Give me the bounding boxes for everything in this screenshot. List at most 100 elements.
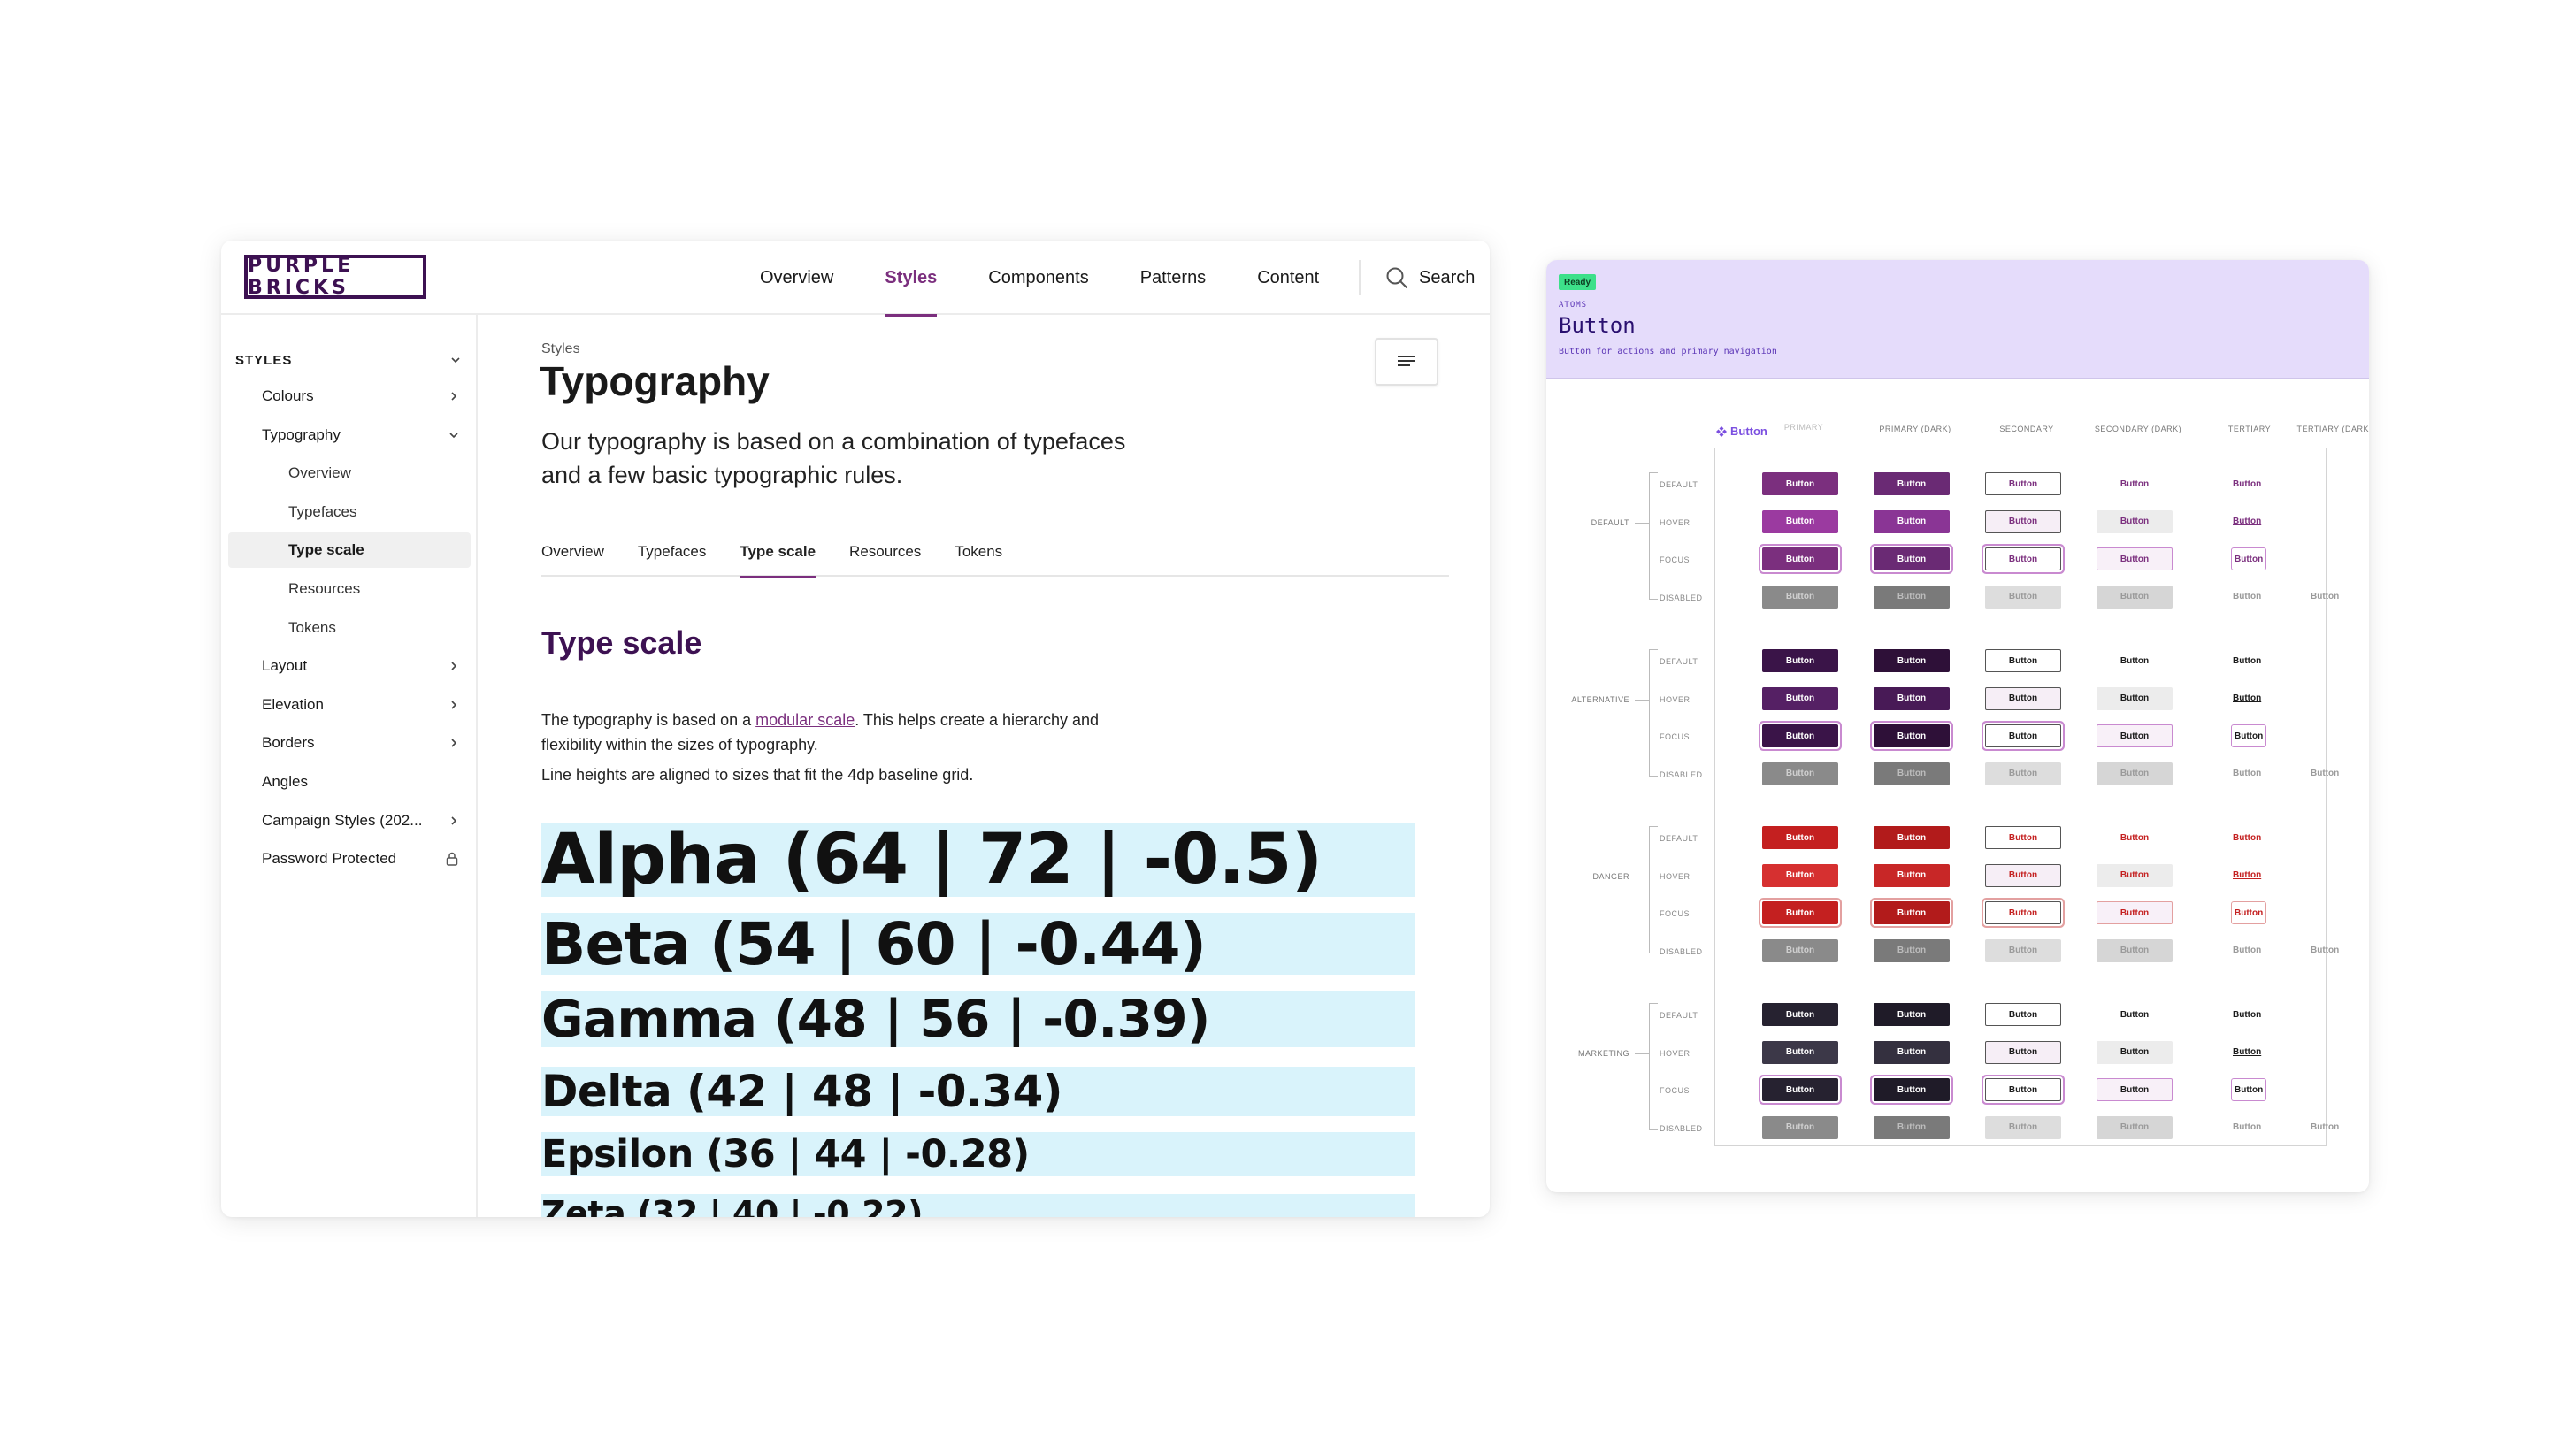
button-default-primary-dark-focus[interactable]: Button <box>1874 547 1950 570</box>
button-default-secondary-dark-default[interactable]: Button <box>2097 472 2173 495</box>
button-marketing-primary-dark-focus[interactable]: Button <box>1874 1078 1950 1101</box>
button-danger-secondary-dark-hover[interactable]: Button <box>2097 863 2173 887</box>
button-alternative-secondary-default[interactable]: Button <box>1985 649 2061 672</box>
button-alternative-tertiary-hover[interactable]: Button <box>2231 687 2263 710</box>
button-default-tertiary-hover[interactable]: Button <box>2231 510 2263 533</box>
nav-item-styles[interactable]: Styles <box>859 241 962 317</box>
nav-item-content[interactable]: Content <box>1231 241 1345 315</box>
button-danger-tertiary-default[interactable]: Button <box>2231 826 2263 849</box>
button-danger-tertiary-disabled[interactable]: Button <box>2231 939 2263 962</box>
button-marketing-primary-focus[interactable]: Button <box>1762 1078 1838 1101</box>
button-marketing-tertiary-dark-disabled[interactable]: Button <box>2309 1116 2341 1139</box>
button-danger-secondary-disabled[interactable]: Button <box>1985 938 2061 962</box>
sidebar-item-resources[interactable]: Resources <box>228 571 471 607</box>
button-marketing-primary-disabled[interactable]: Button <box>1762 1115 1838 1139</box>
sidebar-section-styles[interactable]: STYLES <box>235 347 467 373</box>
button-default-tertiary-focus[interactable]: Button <box>2231 547 2267 570</box>
button-default-tertiary-disabled[interactable]: Button <box>2231 586 2263 609</box>
button-default-secondary-disabled[interactable]: Button <box>1985 585 2061 609</box>
button-danger-secondary-focus[interactable]: Button <box>1985 901 2061 924</box>
table-of-contents-button[interactable] <box>1375 338 1438 386</box>
breadcrumb[interactable]: Styles <box>541 341 580 357</box>
button-alternative-secondary-dark-focus[interactable]: Button <box>2097 724 2173 747</box>
button-marketing-secondary-default[interactable]: Button <box>1985 1003 2061 1026</box>
button-danger-secondary-dark-focus[interactable]: Button <box>2097 901 2173 924</box>
sidebar-item-tokens[interactable]: Tokens <box>228 610 471 646</box>
tab-typefaces[interactable]: Typefaces <box>638 538 740 577</box>
button-default-secondary-focus[interactable]: Button <box>1985 547 2061 570</box>
button-marketing-tertiary-disabled[interactable]: Button <box>2231 1116 2263 1139</box>
nav-item-components[interactable]: Components <box>962 241 1114 315</box>
sidebar-item-angles[interactable]: Angles <box>228 764 471 800</box>
button-default-secondary-default[interactable]: Button <box>1985 472 2061 495</box>
button-marketing-tertiary-default[interactable]: Button <box>2231 1003 2263 1026</box>
button-marketing-secondary-dark-hover[interactable]: Button <box>2097 1040 2173 1064</box>
sidebar-item-overview[interactable]: Overview <box>228 456 471 491</box>
button-danger-tertiary-hover[interactable]: Button <box>2231 864 2263 887</box>
button-danger-primary-dark-default[interactable]: Button <box>1874 826 1950 849</box>
button-default-primary-dark-default[interactable]: Button <box>1874 472 1950 495</box>
button-danger-primary-disabled[interactable]: Button <box>1762 938 1838 962</box>
tab-resources[interactable]: Resources <box>849 538 954 577</box>
button-alternative-tertiary-default[interactable]: Button <box>2231 649 2263 672</box>
button-alternative-secondary-dark-default[interactable]: Button <box>2097 649 2173 672</box>
button-alternative-secondary-disabled[interactable]: Button <box>1985 762 2061 785</box>
nav-item-patterns[interactable]: Patterns <box>1115 241 1231 315</box>
button-alternative-tertiary-dark-disabled[interactable]: Button <box>2309 762 2341 785</box>
button-default-primary-hover[interactable]: Button <box>1762 509 1838 533</box>
button-danger-tertiary-focus[interactable]: Button <box>2231 901 2267 924</box>
button-marketing-tertiary-focus[interactable]: Button <box>2231 1078 2267 1101</box>
button-marketing-primary-dark-default[interactable]: Button <box>1874 1003 1950 1026</box>
nav-item-overview[interactable]: Overview <box>734 241 859 315</box>
button-default-primary-default[interactable]: Button <box>1762 472 1838 495</box>
sidebar-item-typography[interactable]: Typography <box>228 417 471 453</box>
button-default-tertiary-default[interactable]: Button <box>2231 472 2263 495</box>
button-alternative-primary-disabled[interactable]: Button <box>1762 762 1838 785</box>
button-marketing-secondary-dark-default[interactable]: Button <box>2097 1003 2173 1026</box>
button-marketing-primary-dark-hover[interactable]: Button <box>1874 1040 1950 1064</box>
sidebar-item-layout[interactable]: Layout <box>228 648 471 684</box>
button-danger-primary-focus[interactable]: Button <box>1762 901 1838 924</box>
sidebar-item-borders[interactable]: Borders <box>228 725 471 761</box>
button-alternative-secondary-hover[interactable]: Button <box>1985 686 2061 710</box>
button-default-primary-dark-disabled[interactable]: Button <box>1874 585 1950 609</box>
sidebar-item-colours[interactable]: Colours <box>228 379 471 414</box>
sidebar-item-password-protected[interactable]: Password Protected <box>228 841 471 877</box>
button-default-primary-disabled[interactable]: Button <box>1762 585 1838 609</box>
tab-type-scale[interactable]: Type scale <box>740 538 849 578</box>
button-default-secondary-hover[interactable]: Button <box>1985 509 2061 533</box>
button-default-tertiary-dark-disabled[interactable]: Button <box>2309 586 2341 609</box>
button-danger-secondary-dark-default[interactable]: Button <box>2097 826 2173 849</box>
button-danger-secondary-hover[interactable]: Button <box>1985 863 2061 887</box>
sidebar-item-typefaces[interactable]: Typefaces <box>228 494 471 530</box>
button-danger-secondary-default[interactable]: Button <box>1985 826 2061 849</box>
button-marketing-tertiary-hover[interactable]: Button <box>2231 1041 2263 1064</box>
button-alternative-tertiary-focus[interactable]: Button <box>2231 724 2267 747</box>
button-alternative-primary-dark-focus[interactable]: Button <box>1874 724 1950 747</box>
button-danger-primary-dark-hover[interactable]: Button <box>1874 863 1950 887</box>
button-alternative-primary-dark-default[interactable]: Button <box>1874 649 1950 672</box>
button-danger-secondary-dark-disabled[interactable]: Button <box>2097 938 2173 962</box>
button-alternative-secondary-focus[interactable]: Button <box>1985 724 2061 747</box>
button-marketing-primary-hover[interactable]: Button <box>1762 1040 1838 1064</box>
button-danger-primary-default[interactable]: Button <box>1762 826 1838 849</box>
button-marketing-secondary-hover[interactable]: Button <box>1985 1040 2061 1064</box>
button-alternative-primary-focus[interactable]: Button <box>1762 724 1838 747</box>
button-alternative-primary-hover[interactable]: Button <box>1762 686 1838 710</box>
button-default-secondary-dark-disabled[interactable]: Button <box>2097 585 2173 609</box>
button-marketing-secondary-dark-disabled[interactable]: Button <box>2097 1115 2173 1139</box>
modular-scale-link[interactable]: modular scale <box>755 711 855 729</box>
purple-bricks-logo[interactable]: PURPLE BRICKS <box>244 255 426 299</box>
button-alternative-primary-dark-disabled[interactable]: Button <box>1874 762 1950 785</box>
button-marketing-secondary-disabled[interactable]: Button <box>1985 1115 2061 1139</box>
sidebar-item-campaign-styles-202[interactable]: Campaign Styles (202... <box>228 803 471 838</box>
tab-tokens[interactable]: Tokens <box>954 538 1036 577</box>
button-default-primary-focus[interactable]: Button <box>1762 547 1838 570</box>
tab-overview[interactable]: Overview <box>541 538 638 577</box>
button-marketing-secondary-dark-focus[interactable]: Button <box>2097 1078 2173 1101</box>
button-alternative-primary-default[interactable]: Button <box>1762 649 1838 672</box>
button-danger-primary-dark-focus[interactable]: Button <box>1874 901 1950 924</box>
sidebar-item-elevation[interactable]: Elevation <box>228 687 471 723</box>
button-marketing-primary-default[interactable]: Button <box>1762 1003 1838 1026</box>
button-alternative-tertiary-disabled[interactable]: Button <box>2231 762 2263 785</box>
